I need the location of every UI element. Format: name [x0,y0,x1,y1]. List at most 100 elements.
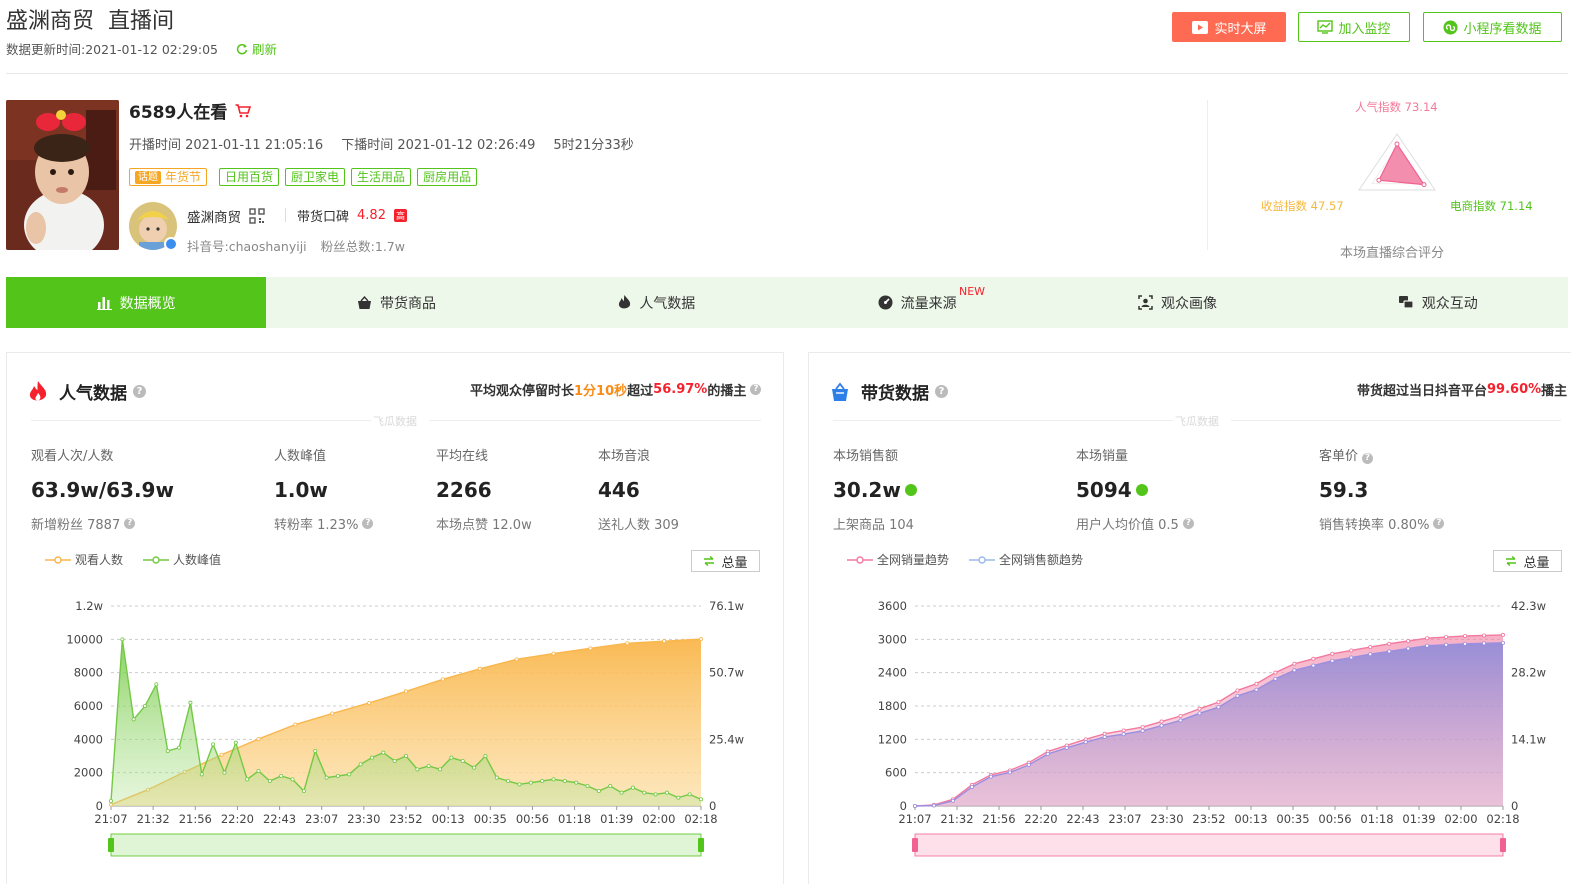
data-point [1349,648,1354,653]
score-radar: 人气指数 73.14 收益指数 47.57 电商指数 71.14 本场直播综合评… [1230,94,1560,264]
tab-overview[interactable]: 数据概览 [6,277,267,328]
data-point [551,777,556,782]
data-point [1425,636,1430,641]
data-point [1026,762,1031,767]
x-tick-label: 21:07 [94,812,127,826]
data-point [528,780,533,785]
metric-views: 观看人次/人数 63.9w/63.9w 新增粉丝 7887? [31,445,174,533]
category-tag[interactable]: 日用百货 [219,168,280,186]
add-monitor-button[interactable]: 加入监控 [1298,12,1410,42]
mini-program-button[interactable]: 小程序看数据 [1423,12,1562,42]
help-icon[interactable]: ? [1433,518,1445,529]
legend-item[interactable]: 全网销量趋势 [847,551,949,568]
data-point [664,790,669,795]
sales-summary: 带货超过当日抖音平台 99.60% 播主 [1357,380,1567,399]
data-point [662,639,667,644]
metric-label: 客单价? [1319,445,1444,464]
shop-name[interactable]: 盛渊商贸 [187,206,265,226]
data-point [676,795,681,800]
metric-sub-text: 转粉率 1.23% [274,518,359,533]
data-point [109,798,114,803]
refresh-icon [236,43,248,55]
x-tick-label: 00:13 [1234,812,1267,826]
y-right-tick-label: 42.3w [1511,599,1546,613]
tab-traffic-source[interactable]: 流量来源 NEW [787,277,1047,328]
data-point [988,774,993,779]
legend-item[interactable]: 全网销售额趋势 [969,551,1083,568]
refresh-button[interactable]: 刷新 [236,42,277,57]
x-tick-label: 02:00 [642,812,675,826]
tab-audience-interaction[interactable]: 观众互动 [1308,277,1568,328]
data-point [1121,732,1126,737]
data-point [1406,639,1411,644]
refresh-label: 刷新 [251,42,277,57]
tab-popularity[interactable]: 人气数据 [527,277,787,328]
x-tick-label: 01:39 [600,812,633,826]
total-toggle-button[interactable]: 总量 [1493,550,1562,572]
y-left-tick-label: 1200 [878,732,907,746]
category-tag[interactable]: 生活用品 [351,168,412,186]
data-point [222,770,227,775]
summary-pre: 带货超过当日抖音平台 [1357,384,1488,399]
tab-audience-portrait[interactable]: 观众画像 [1047,277,1307,328]
total-label: 总量 [721,555,748,571]
metric-sales-volume: 本场销量 5094 用户人均价值 0.5? [1076,445,1194,533]
data-point [642,790,647,795]
data-point [211,742,216,747]
help-icon[interactable]: ? [362,518,374,529]
help-icon[interactable]: ? [124,518,136,529]
page-title: 盛渊商贸 直播间 [6,3,174,35]
verified-check-icon [904,484,917,496]
data-point [177,745,182,750]
data-point [506,778,511,783]
tab-label: 观众画像 [1160,295,1217,312]
data-point [293,722,298,727]
end-time: 下播时间 2021-01-12 02:26:49 [341,138,536,153]
tab-products[interactable]: 带货商品 [266,277,526,328]
help-icon[interactable]: ? [1182,518,1194,529]
qr-code-icon[interactable] [249,208,265,224]
chart-legend: 全网销量趋势 全网销售额趋势 [847,551,1103,568]
y-left-tick-label: 3000 [878,632,907,646]
help-icon[interactable]: ? [133,385,146,398]
metric-value: 63.9w/63.9w [31,478,174,502]
help-icon[interactable]: ? [1362,453,1374,464]
legend-marker [969,555,996,564]
data-point [551,651,556,656]
x-tick-label: 00:35 [1276,812,1309,826]
category-tag[interactable]: 厨房用品 [417,168,478,186]
data-point [438,767,443,772]
metric-value: 59.3 [1319,478,1369,502]
legend-item[interactable]: 人数峰值 [143,551,221,568]
metric-label: 本场销售额 [833,449,899,464]
data-point [1216,705,1221,710]
realtime-screen-button[interactable]: 实时大屏 [1172,12,1286,42]
data-point [440,677,445,682]
y-left-tick-label: 1.2w [75,599,103,613]
help-icon[interactable]: ? [750,384,762,395]
legend-item[interactable]: 观看人数 [45,551,123,568]
data-point [1159,719,1164,724]
stay-summary: 平均观众停留时长 1分10秒 超过 56.97% 的播主 ? [470,380,762,399]
radar-point [1394,141,1400,147]
help-icon[interactable]: ? [935,385,948,398]
y-right-tick-label: 50.7w [709,666,744,680]
data-point [1387,641,1392,646]
total-toggle-button[interactable]: 总量 [691,550,760,572]
topic-tag[interactable]: 话题 年货节 [129,168,208,186]
category-tag[interactable]: 厨卫家电 [285,168,346,186]
tab-label: 人气数据 [639,295,696,312]
data-point [1330,651,1335,656]
x-tick-label: 23:07 [1108,812,1141,826]
live-cover-image [6,100,119,250]
data-point [913,803,918,808]
data-point [619,790,624,795]
data-point [1463,641,1468,646]
sales-chart: 0 600 1200 1800 2400 3000 3600 0 14.1w 28.2w 42.3w… [878,599,1546,857]
basket-icon [832,382,848,401]
y-left-tick-label: 10000 [66,632,103,646]
tag-list: 话题 年货节 日用百货 厨卫家电 生活用品 厨房用品 [129,168,483,186]
x-tick-label: 21:07 [898,812,931,826]
y-left-tick-label: 1800 [878,699,907,713]
y-left-tick-label: 0 [96,799,103,813]
